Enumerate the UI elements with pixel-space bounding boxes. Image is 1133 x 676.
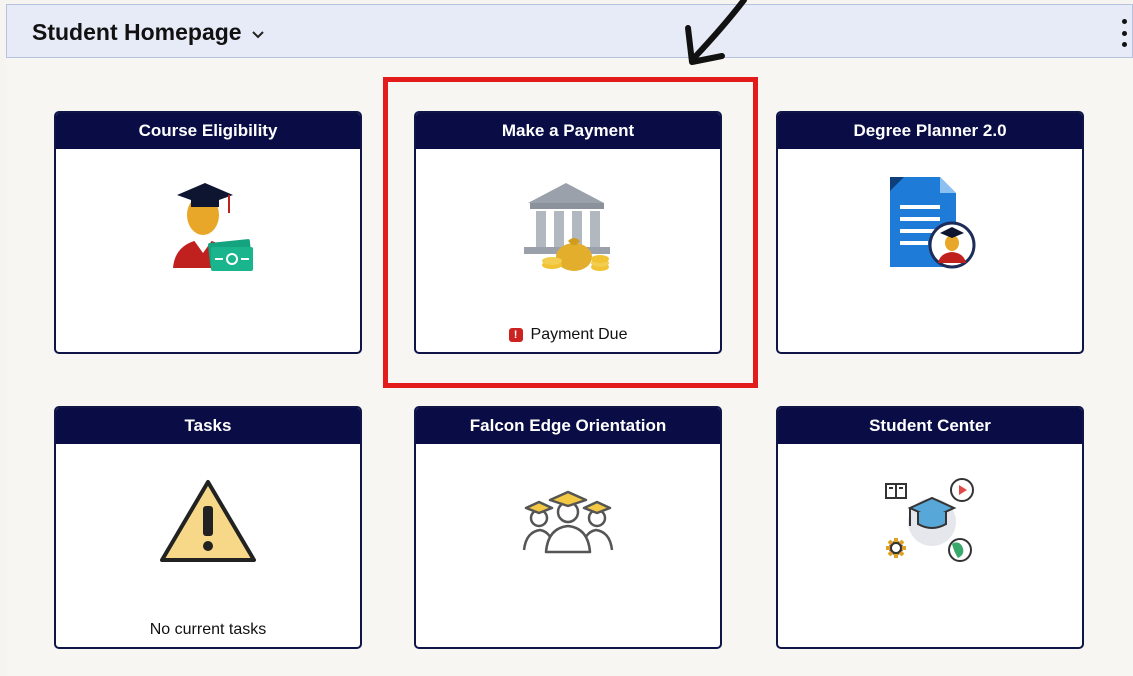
warning-triangle-icon bbox=[160, 480, 256, 562]
page-title: Student Homepage bbox=[32, 19, 242, 45]
tile-falcon-edge-orientation[interactable]: Falcon Edge Orientation bbox=[414, 406, 722, 649]
tile-title: Degree Planner 2.0 bbox=[778, 113, 1082, 149]
page-header: Student Homepage bbox=[6, 4, 1133, 58]
kebab-menu-icon[interactable] bbox=[1118, 19, 1130, 47]
homepage-selector[interactable]: Student Homepage bbox=[32, 19, 266, 46]
tile-title: Falcon Edge Orientation bbox=[416, 408, 720, 444]
payment-status: ! Payment Due bbox=[416, 326, 720, 344]
graduate-with-cash-icon bbox=[173, 183, 253, 271]
tile-student-center[interactable]: Student Center bbox=[776, 406, 1084, 649]
graduates-group-icon bbox=[522, 490, 614, 554]
tile-degree-planner[interactable]: Degree Planner 2.0 bbox=[776, 111, 1084, 354]
pointing-arrow-icon bbox=[685, 0, 747, 65]
tile-title: Course Eligibility bbox=[56, 113, 360, 149]
tile-footer-text: No current tasks bbox=[149, 621, 267, 638]
tile-title: Student Center bbox=[778, 408, 1082, 444]
tasks-status: No current tasks bbox=[56, 621, 360, 639]
document-with-graduate-icon bbox=[890, 177, 976, 269]
tile-course-eligibility[interactable]: Course Eligibility bbox=[54, 111, 362, 354]
bank-with-money-bag-icon bbox=[524, 183, 610, 271]
tile-title: Tasks bbox=[56, 408, 360, 444]
student-center-icon bbox=[885, 478, 974, 562]
tile-tasks[interactable]: Tasks No current tasks bbox=[54, 406, 362, 649]
tile-title: Make a Payment bbox=[416, 113, 720, 149]
chevron-down-icon bbox=[251, 30, 264, 38]
tile-footer-text: Payment Due bbox=[530, 326, 628, 343]
tile-make-a-payment[interactable]: Make a Payment ! Payment Due bbox=[414, 111, 722, 354]
alert-icon: ! bbox=[508, 328, 523, 342]
